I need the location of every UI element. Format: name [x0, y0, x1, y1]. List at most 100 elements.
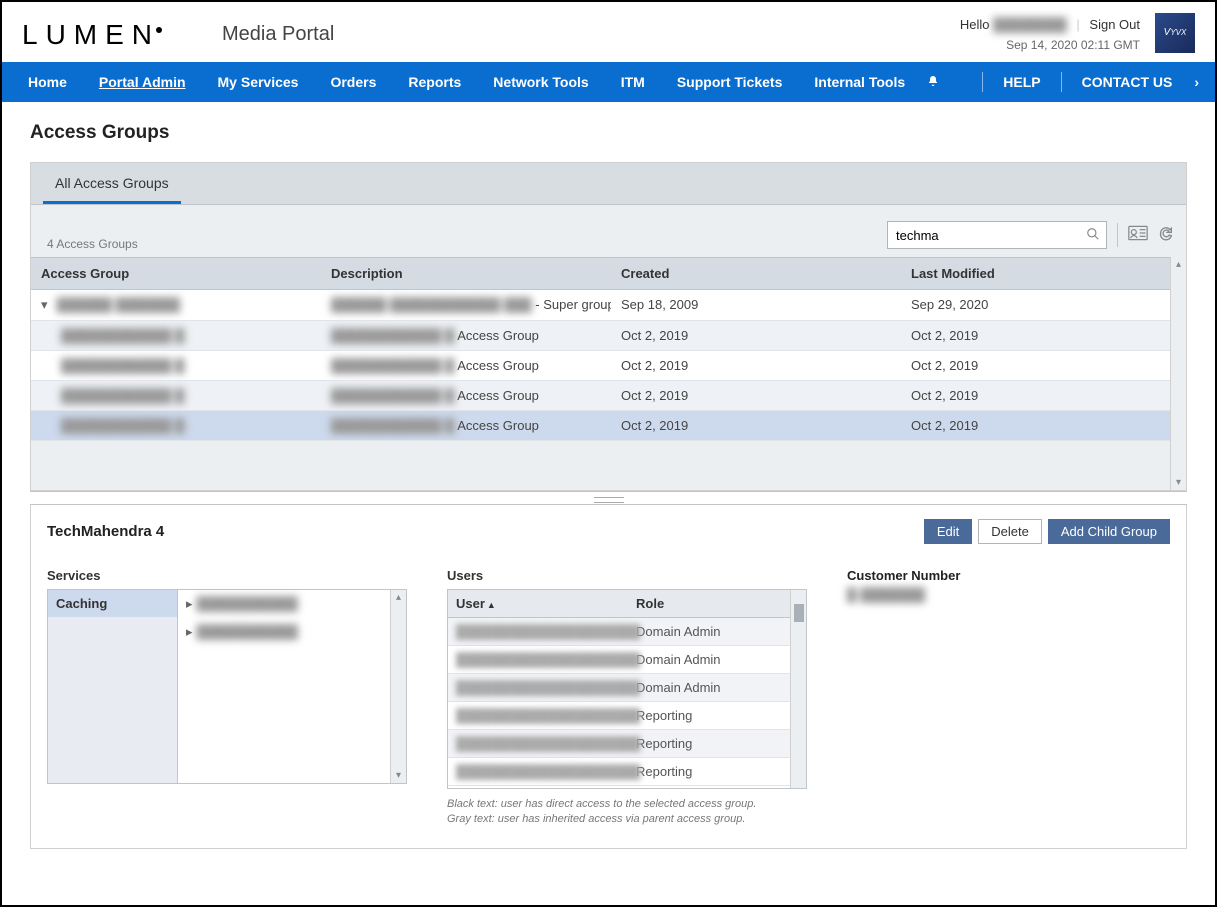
customer-number-column: Customer Number █-███████ [847, 568, 960, 602]
row-name: ████████████ █ [61, 358, 184, 373]
access-groups-grid: Access Group Description Created Last Mo… [31, 257, 1186, 490]
detail-panel: TechMahendra 4 Edit Delete Add Child Gro… [30, 505, 1187, 849]
users-column: Users User▲ Role ████████████████████Dom… [447, 568, 807, 828]
users-scrollbar[interactable] [790, 590, 806, 788]
users-title: Users [447, 568, 807, 583]
table-row[interactable]: ████████████ █████████████ █ Access Grou… [31, 351, 1186, 381]
nav-my-services[interactable]: My Services [202, 74, 315, 90]
col-created[interactable]: Created [611, 258, 901, 289]
nav-help[interactable]: HELP [987, 74, 1056, 90]
row-modified: Sep 29, 2020 [901, 290, 1186, 320]
user-row[interactable]: ████████████████████Reporting [448, 730, 806, 758]
sort-asc-icon: ▲ [487, 600, 496, 610]
user-row[interactable]: ████████████████████Domain Admin [448, 674, 806, 702]
row-modified: Oct 2, 2019 [901, 411, 1186, 440]
users-col-role[interactable]: Role [628, 590, 790, 617]
legend-line-2: Gray text: user has inherited access via… [447, 812, 807, 827]
legend-line-1: Black text: user has direct access to th… [447, 797, 807, 812]
row-created: Oct 2, 2019 [611, 351, 901, 380]
users-col-user[interactable]: User▲ [448, 590, 628, 617]
col-description[interactable]: Description [321, 258, 611, 289]
logo: LUMEN [22, 19, 162, 51]
search-box[interactable] [887, 221, 1107, 249]
server-timestamp: Sep 14, 2020 02:11 GMT [960, 38, 1140, 52]
contact-card-icon[interactable] [1128, 225, 1148, 246]
add-child-group-button[interactable]: Add Child Group [1048, 519, 1170, 544]
nav-reports[interactable]: Reports [392, 74, 477, 90]
customer-number-title: Customer Number [847, 568, 960, 583]
row-modified: Oct 2, 2019 [901, 351, 1186, 380]
table-row[interactable]: ████████████ █ ████████████ █ Access Grou… [31, 381, 1186, 411]
row-created: Sep 18, 2009 [611, 290, 901, 320]
row-desc-prefix: ████████████ █ [331, 358, 454, 373]
tree-caret-icon[interactable]: ▸ [186, 624, 193, 639]
notifications-icon[interactable] [921, 74, 945, 91]
user-row[interactable]: ████████████████████Domain Admin [448, 646, 806, 674]
edit-button[interactable]: Edit [924, 519, 972, 544]
user-row[interactable]: ████████████████████Domain Admin [448, 618, 806, 646]
refresh-icon[interactable] [1158, 225, 1174, 246]
user-role: Reporting [628, 730, 806, 757]
service-tree-item[interactable]: ▸███████████ [178, 590, 406, 618]
search-input[interactable] [888, 228, 1080, 243]
selected-group-name: TechMahendra 4 [47, 523, 164, 540]
scroll-down-icon[interactable]: ▾ [1176, 477, 1181, 488]
row-desc-prefix: ████████████ █ [331, 388, 454, 403]
row-name: ████████████ █ [61, 418, 184, 433]
sign-out-link[interactable]: Sign Out [1089, 17, 1140, 32]
user-row[interactable]: ████████████████████Reporting [448, 702, 806, 730]
scroll-up-icon[interactable]: ▴ [1176, 259, 1181, 270]
nav-support-tickets[interactable]: Support Tickets [661, 74, 799, 90]
group-count-text: 4 Access Groups [43, 237, 138, 251]
scroll-down-icon[interactable]: ▾ [396, 770, 401, 781]
grid-vertical-scrollbar[interactable]: ▴ ▾ [1170, 257, 1186, 490]
nav-orders[interactable]: Orders [314, 74, 392, 90]
table-row[interactable]: ████████████ █████████████ █ Access Grou… [31, 411, 1186, 441]
col-last-modified[interactable]: Last Modified [901, 258, 1170, 289]
split-handle[interactable] [30, 491, 1187, 505]
tab-all-access-groups[interactable]: All Access Groups [43, 163, 181, 204]
chevron-right-icon[interactable]: › [1188, 74, 1205, 90]
row-desc-prefix: ██████ ████████████ ███ [331, 297, 532, 312]
nav-network-tools[interactable]: Network Tools [477, 74, 604, 90]
tree-caret-icon[interactable]: ▸ [186, 596, 193, 611]
row-desc-suffix: Access Group [454, 328, 539, 343]
services-title: Services [47, 568, 407, 583]
user-role: Reporting [628, 758, 806, 785]
user-email: ████████████████████ [448, 758, 628, 785]
service-tree-item[interactable]: ▸███████████ [178, 618, 406, 646]
row-name: ████████████ █ [61, 388, 184, 403]
nav-contact-us[interactable]: CONTACT US [1066, 74, 1189, 90]
user-email: ████████████████████ [448, 730, 628, 757]
expand-caret-icon[interactable]: ▾ [41, 297, 53, 313]
col-access-group[interactable]: Access Group [31, 258, 321, 289]
user-role: Domain Admin [628, 674, 806, 701]
nav-internal-tools[interactable]: Internal Tools [798, 74, 921, 90]
separator: | [1076, 17, 1079, 32]
row-desc-suffix: - Super group [532, 297, 611, 312]
table-row[interactable]: ████████████ █████████████ █ Access Grou… [31, 321, 1186, 351]
header-bar: LUMEN Media Portal Hello ████████ | Sign… [2, 2, 1215, 62]
row-desc-prefix: ████████████ █ [331, 418, 454, 433]
delete-button[interactable]: Delete [978, 519, 1042, 544]
row-desc-prefix: ████████████ █ [331, 328, 454, 343]
nav-itm[interactable]: ITM [605, 74, 661, 90]
nav-portal-admin[interactable]: Portal Admin [83, 74, 202, 90]
nav-home[interactable]: Home [12, 74, 83, 90]
user-role: Domain Admin [628, 646, 806, 673]
user-row[interactable]: ████████████████████Reporting [448, 758, 806, 786]
scroll-up-icon[interactable]: ▴ [396, 592, 401, 603]
user-role: Reporting [628, 702, 806, 729]
table-row[interactable]: ▾ ██████ █████████████ ████████████ ███ … [31, 290, 1186, 321]
row-modified: Oct 2, 2019 [901, 381, 1186, 410]
access-groups-panel: All Access Groups 4 Access Groups Access… [30, 162, 1187, 491]
services-scrollbar[interactable]: ▴ ▾ [390, 590, 406, 783]
page-title: Access Groups [30, 122, 1187, 144]
service-category-caching[interactable]: Caching [48, 590, 177, 617]
row-desc-suffix: Access Group [454, 388, 539, 403]
search-icon[interactable] [1080, 227, 1106, 244]
row-created: Oct 2, 2019 [611, 381, 901, 410]
services-column: Services Caching ▸███████████▸██████████… [47, 568, 407, 784]
row-created: Oct 2, 2019 [611, 321, 901, 350]
user-email: ████████████████████ [448, 674, 628, 701]
